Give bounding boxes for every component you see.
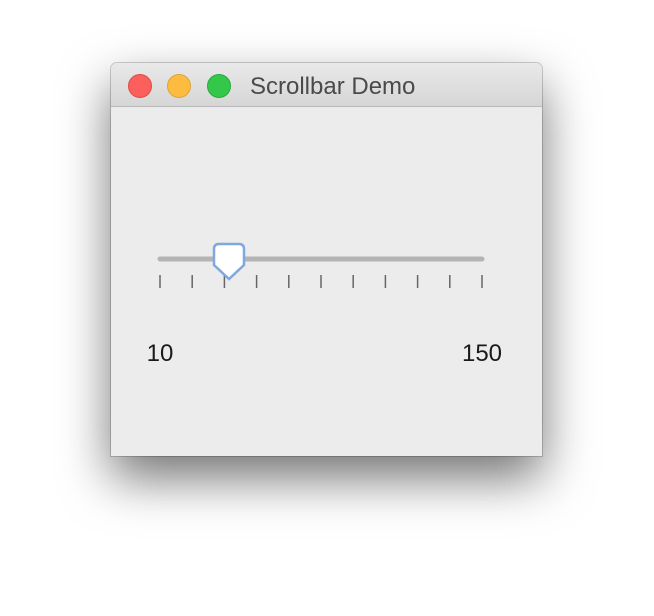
close-button[interactable] bbox=[128, 74, 152, 98]
slider-max-label: 150 bbox=[461, 340, 503, 367]
title-bar[interactable]: Scrollbar Demo bbox=[111, 63, 542, 107]
slider[interactable] bbox=[111, 107, 542, 456]
window-title: Scrollbar Demo bbox=[250, 73, 416, 100]
minimize-button[interactable] bbox=[167, 74, 191, 98]
slider-ticks bbox=[159, 275, 483, 288]
window-content: 10 150 bbox=[111, 107, 542, 456]
zoom-button[interactable] bbox=[207, 74, 231, 98]
slider-thumb[interactable] bbox=[212, 242, 246, 281]
slider-min-label: 10 bbox=[146, 340, 174, 367]
app-window: Scrollbar Demo 10 150 bbox=[111, 63, 542, 456]
